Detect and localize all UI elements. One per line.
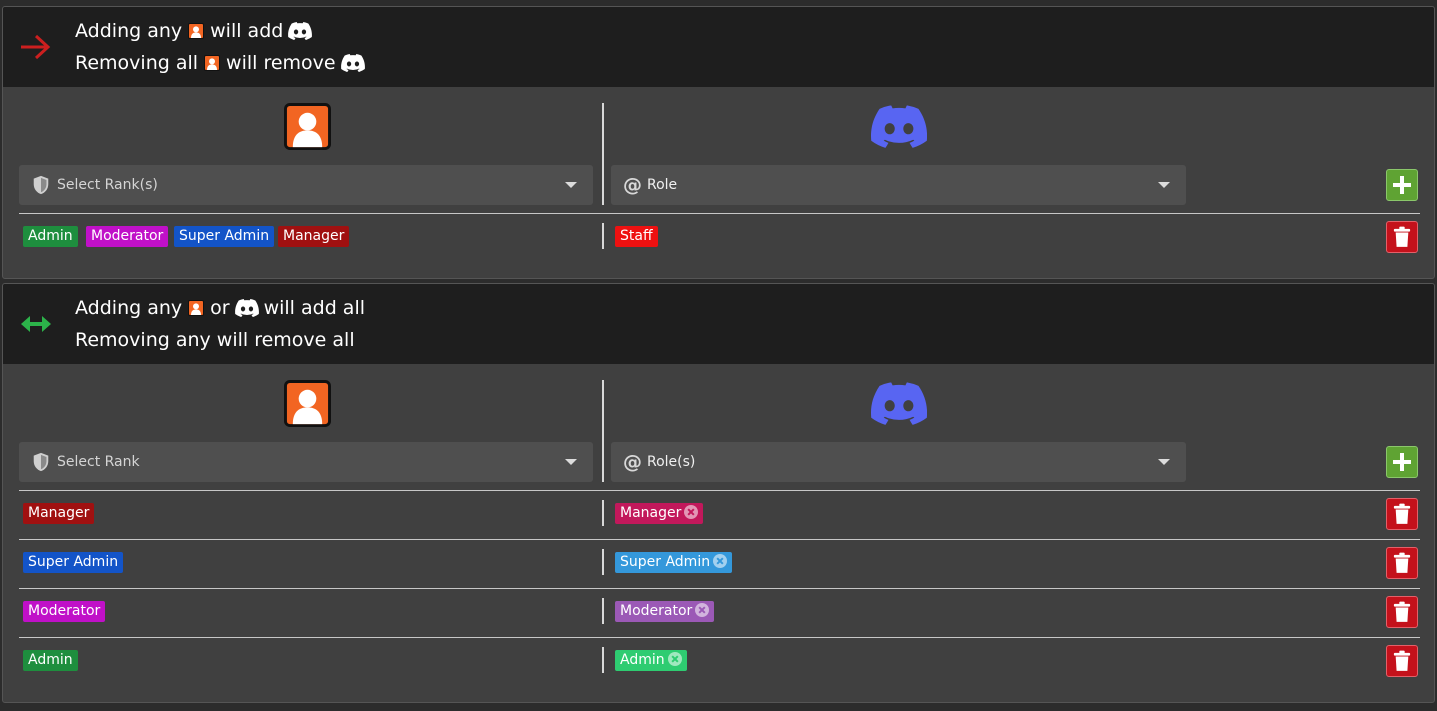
chevron-down-icon[interactable] [1158,459,1170,465]
chevron-down-icon[interactable] [1158,182,1170,188]
header-text: Removing all [75,52,199,74]
role-tag: Manager [615,503,704,524]
mapping-panel-two-way: Adding any or will add all Removing any … [2,283,1435,703]
row-separator [19,588,1420,589]
panel-header: Adding any will add Removing all will re… [3,7,1434,87]
role-tag-label: Super Admin [620,554,711,570]
trash-icon [1393,601,1411,623]
rank-select-placeholder: Select Rank(s) [57,177,158,193]
role-tag: Staff [615,226,658,247]
rank-person-icon [284,103,331,150]
delete-row-button[interactable] [1386,596,1418,628]
header-text: will add all [263,297,365,319]
close-circle-icon[interactable] [713,554,728,568]
shield-icon [31,175,51,195]
role-select[interactable]: @ Role [611,165,1186,205]
chevron-down-icon[interactable] [565,182,577,188]
rank-person-icon [284,380,331,427]
discord-icon [235,299,259,317]
row-separator [19,490,1420,491]
role-select[interactable]: @ Role(s) [611,442,1186,482]
header-line-1: Adding any will add [75,19,317,43]
trash-icon [1393,226,1411,248]
chevron-down-icon[interactable] [565,459,577,465]
delete-row-button[interactable] [1386,645,1418,677]
discord-icon [288,22,312,40]
rank-select[interactable]: Select Rank(s) [19,165,593,205]
row-separator [19,213,1420,214]
add-mapping-button[interactable] [1386,446,1418,478]
delete-row-button[interactable] [1386,547,1418,579]
discord-icon [871,105,927,148]
header-line-2: Removing any will remove all [75,328,355,352]
rank-tag: Moderator [86,226,169,247]
rank-tag: Admin [23,226,78,247]
row-separator [19,539,1420,540]
close-circle-icon[interactable] [684,505,699,519]
rank-select[interactable]: Select Rank [19,442,593,482]
role-select-placeholder: Role(s) [647,454,696,470]
role-tag-label: Moderator [620,603,693,619]
close-circle-icon[interactable] [667,652,682,666]
column-divider [602,549,604,575]
header-text: Adding any [75,297,183,319]
rank-tag: Manager [278,226,350,247]
role-tag: Moderator [615,601,715,622]
role-select-placeholder: Role [647,177,678,193]
header-text: will add [210,20,284,42]
role-tag-label: Admin [620,652,665,668]
rank-select-placeholder: Select Rank [57,454,140,470]
rank-tag: Manager [23,503,95,524]
at-icon: @ [623,451,642,473]
arrow-right-icon [21,34,51,60]
rank-tag: Moderator [23,601,106,622]
header-text: or [210,297,230,319]
header-line-2: Removing all will remove [75,51,370,75]
add-mapping-button[interactable] [1386,169,1418,201]
plus-icon [1392,452,1412,472]
rank-person-icon [188,300,204,316]
mapping-panel-one-way: Adding any will add Removing all will re… [2,6,1435,279]
at-icon: @ [623,174,642,196]
delete-row-button[interactable] [1386,498,1418,530]
column-divider [602,500,604,526]
rank-tag: Super Admin [23,552,124,573]
rank-tag: Admin [23,650,78,671]
role-tag: Super Admin [615,552,733,573]
trash-icon [1393,650,1411,672]
role-tag-label: Manager [620,505,682,521]
header-text: will remove [226,52,336,74]
arrow-both-ways-icon [21,316,51,332]
rank-person-icon [204,55,220,71]
panel-header: Adding any or will add all Removing any … [3,284,1434,364]
column-divider [602,380,604,482]
trash-icon [1393,552,1411,574]
header-text: Adding any [75,20,183,42]
delete-row-button[interactable] [1386,221,1418,253]
discord-icon [871,382,927,425]
column-divider [602,598,604,624]
close-circle-icon[interactable] [695,603,710,617]
rank-person-icon [188,23,204,39]
role-tag: Admin [615,650,687,671]
trash-icon [1393,503,1411,525]
rank-tag: Super Admin [174,226,275,247]
header-line-1: Adding any or will add all [75,296,365,320]
column-divider [602,223,604,249]
plus-icon [1392,175,1412,195]
discord-icon [341,54,365,72]
column-divider [602,103,604,205]
row-separator [19,637,1420,638]
column-divider [602,647,604,673]
header-text: Removing any will remove all [75,329,355,351]
shield-icon [31,452,51,472]
